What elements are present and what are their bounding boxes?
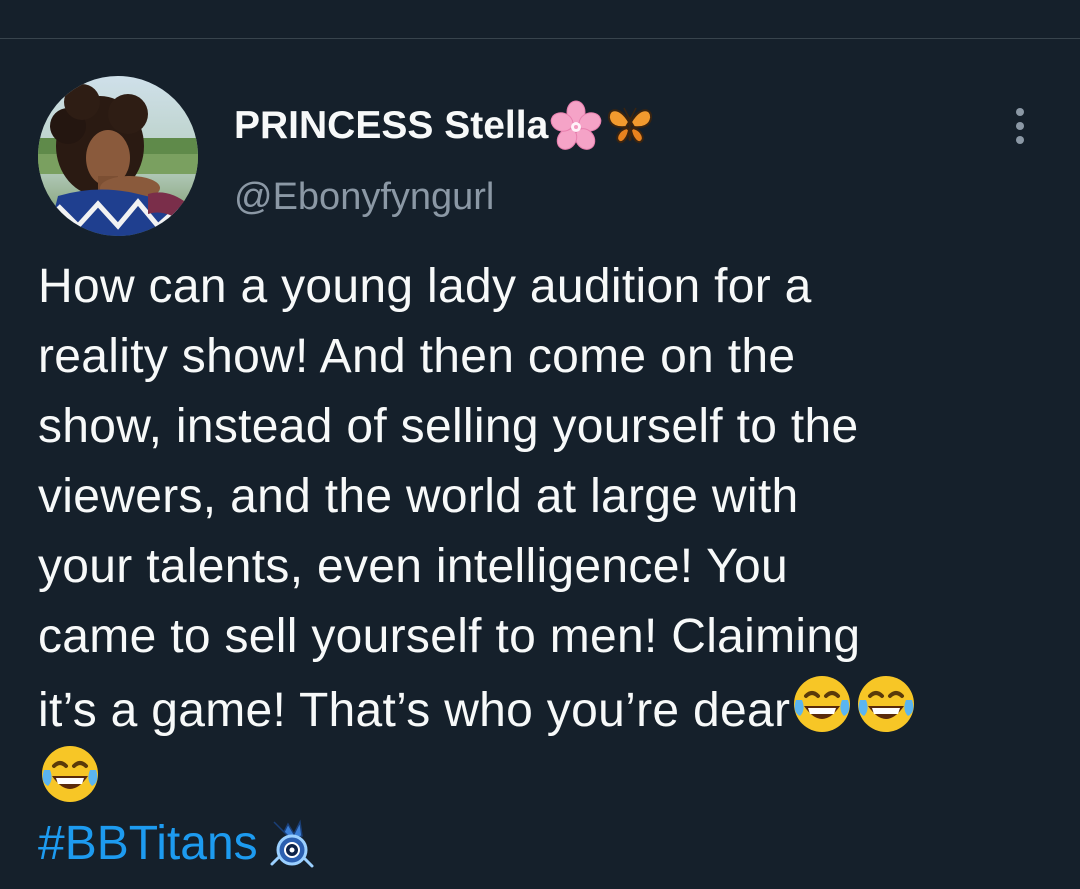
- top-divider: [0, 38, 1080, 39]
- more-dot: [1016, 122, 1024, 130]
- tweet-line-text: it’s a game! That’s who you’re dear: [38, 684, 791, 737]
- hashtag-link[interactable]: #BBTitans: [38, 812, 258, 876]
- face-with-tears-of-joy-emoji-icon: [854, 672, 918, 736]
- more-vertical-icon[interactable]: [1002, 104, 1038, 148]
- tweet-text: How can a young lady audition for a real…: [38, 252, 1038, 812]
- butterfly-emoji-icon: [604, 100, 656, 152]
- cherry-blossom-emoji-icon: [550, 100, 602, 152]
- tweet-line: How can a young lady audition for a: [38, 260, 812, 313]
- more-dot: [1016, 136, 1024, 144]
- tweet-line: your talents, even intelligence! You: [38, 540, 788, 593]
- tweet-line: show, instead of selling yourself to the: [38, 400, 859, 453]
- tweet-line: came to sell yourself to men! Claiming: [38, 610, 861, 663]
- avatar[interactable]: [38, 76, 198, 236]
- author-display-name[interactable]: PRINCESS Stella: [234, 100, 656, 152]
- bbtitans-hashflag-icon: [264, 816, 320, 872]
- tweet-emoji-line: [38, 742, 1038, 812]
- tweet-line: reality show! And then come on the: [38, 330, 796, 383]
- face-with-tears-of-joy-emoji-icon: [790, 672, 854, 736]
- face-with-tears-of-joy-emoji-icon: [38, 742, 102, 806]
- avatar-image: [38, 76, 198, 236]
- tweet-line: viewers, and the world at large with: [38, 470, 799, 523]
- author-handle[interactable]: @Ebonyfyngurl: [234, 172, 494, 222]
- author-name-text: PRINCESS Stella: [234, 104, 549, 147]
- tweet-line-with-emoji: it’s a game! That’s who you’re dear: [38, 672, 1038, 742]
- hashtag-line: #BBTitans: [38, 812, 320, 876]
- more-dot: [1016, 108, 1024, 116]
